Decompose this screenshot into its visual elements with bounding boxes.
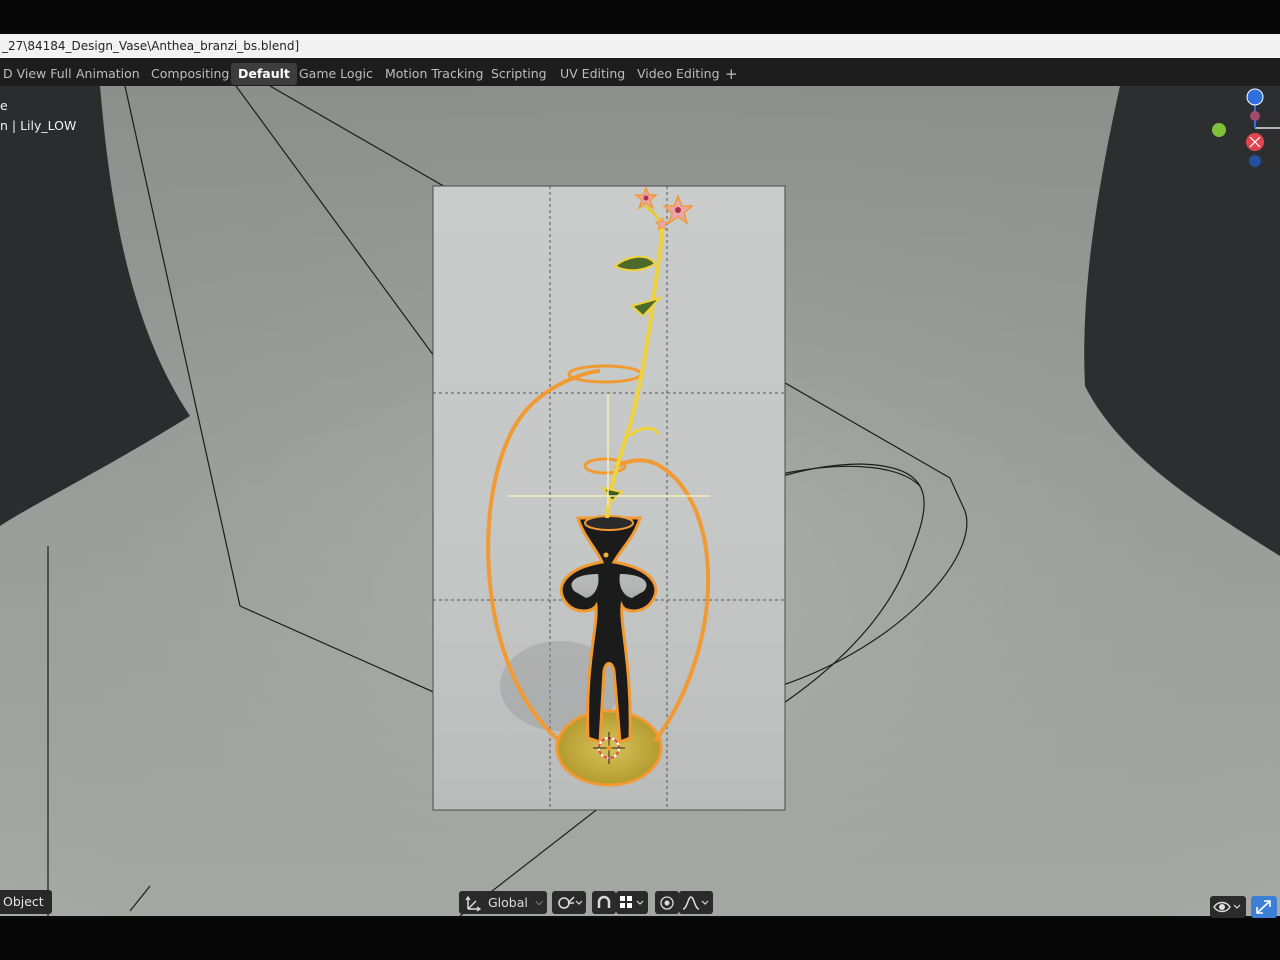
tab-video-editing[interactable]: Video Editing [630, 63, 727, 85]
navigation-gizmo[interactable] [1200, 86, 1280, 176]
transform-orientation-dropdown[interactable]: Global ⌵ [459, 891, 547, 914]
viewport-info-line1: e [0, 98, 8, 113]
tab-uv-editing[interactable]: UV Editing [553, 63, 632, 85]
falloff-dropdown[interactable] [679, 891, 713, 914]
gizmo-toggle-icon [1256, 900, 1271, 914]
3d-viewport[interactable]: e n | Lily_LOW [0, 86, 1280, 916]
visibility-dropdown[interactable] [1210, 896, 1246, 918]
snap-toggle[interactable] [592, 891, 616, 914]
viewport-info-object: n | Lily_LOW [0, 118, 77, 133]
snap-magnet-icon [597, 895, 611, 908]
snap-increment-icon [620, 895, 644, 908]
tab-scripting[interactable]: Scripting [484, 63, 554, 85]
pivot-point-dropdown[interactable] [552, 891, 586, 914]
falloff-curve-icon [682, 895, 709, 910]
gizmo-toggle[interactable] [1251, 896, 1277, 918]
tab-game-logic[interactable]: Game Logic [292, 63, 380, 85]
mode-selector[interactable]: Object [0, 890, 52, 914]
tab-default[interactable]: Default [231, 63, 297, 85]
eye-icon [1213, 901, 1241, 913]
viewport-header: Object Global ⌵ [0, 888, 1280, 918]
chevron-down-icon: ⌵ [535, 897, 543, 908]
tab-view-full[interactable]: D View Full [0, 63, 79, 85]
tab-motion-tracking[interactable]: Motion Tracking [378, 63, 490, 85]
workspace-tab-bar: D View Full Animation Compositing Defaul… [0, 58, 1280, 88]
proportional-editing-icon [660, 895, 674, 910]
monitor-bezel-top [0, 0, 1280, 34]
transform-orientation-icon [465, 895, 482, 912]
y-axis-icon[interactable] [1212, 123, 1226, 137]
transform-orientation-label: Global [488, 895, 528, 910]
add-workspace-button[interactable]: + [718, 63, 745, 85]
window-title-bar: _27\84184_Design_Vase\Anthea_branzi_bs.b… [0, 34, 1280, 58]
snap-target-dropdown[interactable] [616, 891, 648, 914]
z-axis-icon[interactable] [1246, 88, 1264, 106]
tab-animation[interactable]: Animation [69, 63, 147, 85]
tab-compositing[interactable]: Compositing [144, 63, 236, 85]
proportional-editing-toggle[interactable] [655, 891, 679, 914]
file-path: _27\84184_Design_Vase\Anthea_branzi_bs.b… [2, 39, 300, 53]
viewport-scene [0, 86, 1280, 916]
pivot-point-icon [558, 895, 583, 909]
monitor-bezel-bottom [0, 918, 1280, 960]
